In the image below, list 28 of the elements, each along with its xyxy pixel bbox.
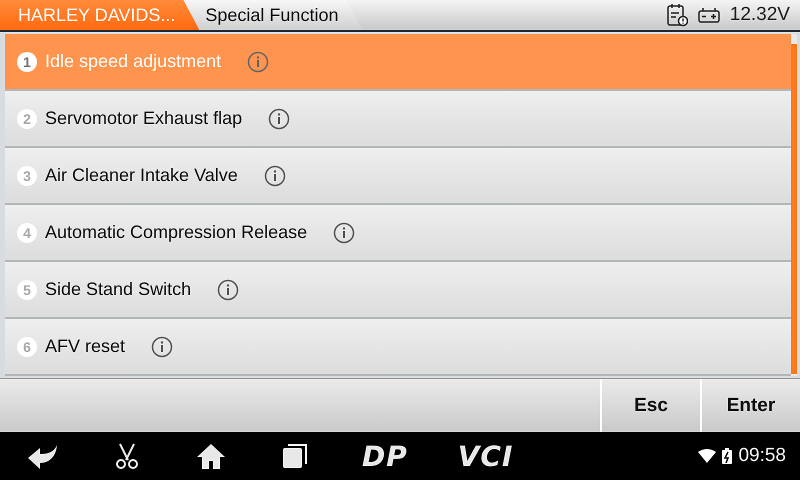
voltage-reading: 12.32V: [730, 4, 790, 26]
item-number: 2: [17, 108, 37, 128]
item-number: 6: [17, 336, 37, 356]
info-icon[interactable]: [333, 222, 356, 244]
logo-button[interactable]: VCI: [458, 440, 514, 472]
battery-icon: [698, 7, 720, 23]
logo-button[interactable]: DP: [362, 440, 408, 472]
wifi-icon: [698, 449, 716, 463]
function-item[interactable]: 3 Air Cleaner Intake Valve: [5, 148, 791, 205]
info-icon[interactable]: [217, 278, 240, 300]
clock-time: 09:58: [738, 445, 786, 467]
breadcrumb-tab[interactable]: Special Function: [185, 0, 362, 30]
calendar-alert-icon[interactable]: [666, 3, 688, 27]
item-number: 4: [17, 222, 37, 242]
function-item[interactable]: 2 Servomotor Exhaust flap: [5, 91, 791, 148]
function-item[interactable]: 1 Idle speed adjustment: [5, 34, 791, 91]
function-item[interactable]: 6 AFV reset: [5, 319, 791, 376]
info-icon[interactable]: [247, 50, 270, 72]
function-item[interactable]: 5 Side Stand Switch: [5, 262, 791, 319]
item-number: 5: [17, 280, 37, 300]
info-icon[interactable]: [151, 336, 174, 358]
info-icon[interactable]: [268, 108, 290, 130]
item-number: 3: [17, 166, 37, 186]
item-number: 1: [17, 52, 37, 72]
battery-charging-icon: [722, 448, 732, 464]
info-icon[interactable]: [264, 164, 286, 186]
function-item[interactable]: 4 Automatic Compression Release: [5, 205, 791, 262]
scrollbar[interactable]: [791, 34, 797, 376]
